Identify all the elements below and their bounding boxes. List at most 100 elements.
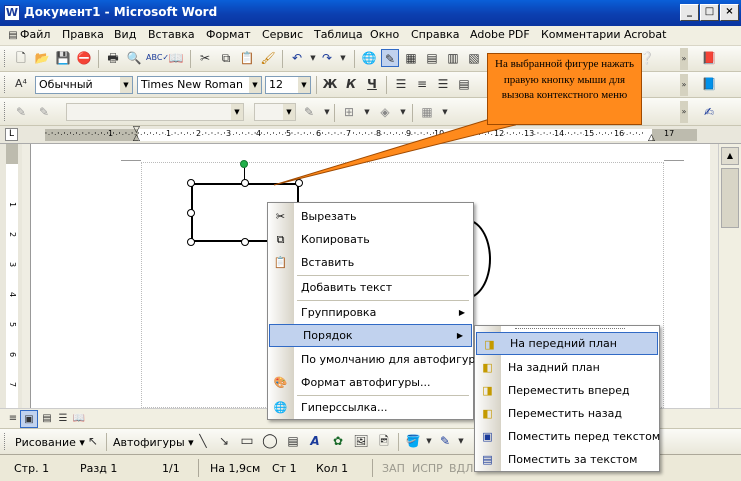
tab-selector-icon[interactable]: L (5, 128, 18, 141)
align-right-icon[interactable]: ☰ (434, 75, 452, 93)
minimize-button[interactable]: _ (680, 4, 699, 21)
scroll-thumb[interactable] (721, 168, 739, 228)
menu-item-copy[interactable]: ⧉ Копировать (268, 228, 473, 251)
menu-item-set-default[interactable]: По умолчанию для автофигур (268, 348, 475, 371)
menu-item-paste[interactable]: 📋 Вставить (268, 251, 473, 274)
justify-icon[interactable]: ▤ (455, 75, 473, 93)
spelling-icon[interactable]: ABC✓ (146, 49, 169, 67)
cut-icon[interactable]: ✂ (196, 49, 214, 67)
draw-menu-button[interactable]: Рисование ▾ (15, 436, 85, 449)
format-painter-icon[interactable]: 🖌 (259, 49, 277, 67)
menu-item-order[interactable]: Порядок ▶ (269, 324, 472, 347)
menu-tools[interactable]: Сервис (262, 28, 303, 41)
menu-table[interactable]: Таблица (314, 28, 363, 41)
maximize-button[interactable]: □ (700, 4, 719, 21)
menu-item-format-shape[interactable]: 🎨 Формат автофигуры... (268, 371, 473, 394)
permission-icon[interactable]: ⛔ (75, 49, 93, 67)
menu-acrobat-comments[interactable]: Комментарии Acrobat (541, 28, 666, 41)
resize-handle[interactable] (187, 209, 195, 217)
copy-icon[interactable]: ⧉ (217, 49, 235, 67)
right-indent-marker[interactable]: △ (648, 134, 655, 143)
toolbar-options-chevron[interactable]: » (680, 101, 688, 123)
submenu-drag-handle[interactable] (515, 328, 625, 330)
resize-handle[interactable] (241, 179, 249, 187)
font-combobox[interactable]: Times New Roman ▼ (137, 76, 262, 94)
acrobat-icon[interactable]: 📕 (700, 49, 718, 67)
resize-handle[interactable] (187, 179, 195, 187)
menu-item-bring-to-front[interactable]: ◨ На передний план (476, 332, 658, 355)
wrap-text-icon[interactable]: ✎ (35, 103, 53, 121)
picture-icon[interactable]: 🖻 (375, 432, 393, 450)
wordart-icon[interactable]: A (306, 432, 324, 450)
select-objects-icon[interactable]: ↖ (84, 432, 102, 450)
autoshapes-menu-button[interactable]: Автофигуры ▾ (113, 436, 194, 449)
chevron-down-icon[interactable]: ▼ (231, 104, 243, 120)
open-folder-icon[interactable]: 📂 (33, 49, 51, 67)
status-track-changes[interactable]: ИСПР (412, 462, 443, 475)
status-extend[interactable]: ВДЛ (449, 462, 473, 475)
rotation-handle[interactable] (240, 160, 248, 168)
context-menu[interactable]: ✂ Вырезать ⧉ Копировать 📋 Вставить Добав… (267, 202, 475, 420)
title-bar[interactable]: W Документ1 - Microsoft Word _ □ × (0, 0, 741, 26)
resize-handle[interactable] (241, 238, 249, 246)
print-icon[interactable]: 🖶 (104, 49, 122, 67)
excel-sheet-icon[interactable]: ▤ (423, 49, 441, 67)
bold-button[interactable]: Ж (321, 75, 339, 93)
chevron-down-icon[interactable]: ▼ (249, 77, 261, 93)
acrobat-sign-icon[interactable]: ✍ (700, 103, 718, 121)
menu-file[interactable]: Файл (20, 28, 50, 41)
chevron-down-icon[interactable]: ▼ (120, 77, 132, 93)
menu-format[interactable]: Формат (206, 28, 251, 41)
menu-item-bring-in-front-of-text[interactable]: ▣ Поместить перед текстом (475, 425, 660, 448)
new-document-icon[interactable]: 🗋 (12, 49, 30, 67)
line-icon[interactable]: ╲ (194, 432, 212, 450)
resize-handle[interactable] (187, 238, 195, 246)
hyperlink-icon[interactable]: 🌐 (360, 49, 378, 67)
drawing-toggle-icon[interactable]: ✎ (381, 49, 399, 67)
acrobat-convert-icon[interactable]: 📘 (700, 75, 718, 93)
underline-button[interactable]: Ч (363, 75, 381, 93)
reading-layout-icon[interactable]: 📖 (70, 410, 88, 428)
toolbar-grip[interactable] (4, 102, 7, 121)
italic-button[interactable]: К (342, 75, 360, 93)
styles-pane-icon[interactable]: A⁴ (12, 75, 30, 93)
print-preview-icon[interactable]: 🔍 (125, 49, 143, 67)
menu-help[interactable]: Справка (411, 28, 459, 41)
scroll-up-icon[interactable]: ▲ (721, 147, 739, 165)
redo-dropdown-icon[interactable]: ▼ (334, 49, 352, 67)
align-left-icon[interactable]: ☰ (392, 75, 410, 93)
menu-item-cut[interactable]: ✂ Вырезать (268, 205, 473, 228)
rectangle-icon[interactable]: ▭ (238, 432, 256, 450)
edit-wrap-icon[interactable]: ✎ (12, 103, 30, 121)
status-record[interactable]: ЗАП (382, 462, 405, 475)
menu-view[interactable]: Вид (114, 28, 136, 41)
order-submenu[interactable]: ◨ На передний план ◧ На задний план ◨ Пе… (474, 325, 660, 472)
menu-item-send-backward[interactable]: ◧ Переместить назад (475, 402, 659, 425)
research-icon[interactable]: 📖 (167, 49, 185, 67)
toolbar-grip[interactable] (4, 76, 7, 93)
close-button[interactable]: × (720, 4, 739, 21)
menu-edit[interactable]: Правка (62, 28, 104, 41)
menu-item-grouping[interactable]: Группировка ▶ (268, 301, 473, 324)
chevron-down-icon[interactable]: ▼ (452, 432, 470, 450)
oval-icon[interactable]: ◯ (261, 432, 279, 450)
chevron-down-icon[interactable]: ▼ (298, 77, 310, 93)
document-map-icon[interactable]: ▧ (465, 49, 483, 67)
menu-insert[interactable]: Вставка (148, 28, 195, 41)
word-app-icon[interactable]: W (4, 5, 20, 21)
menu-item-add-text[interactable]: Добавить текст (268, 276, 473, 299)
menu-item-send-behind-text[interactable]: ▤ Поместить за текстом (475, 448, 659, 471)
font-size-combobox[interactable]: 12 ▼ (265, 76, 311, 94)
table-icon[interactable]: ▦ (402, 49, 420, 67)
menu-item-send-to-back[interactable]: ◧ На задний план (475, 356, 659, 379)
style-combobox[interactable]: Обычный ▼ (35, 76, 133, 94)
clipart-icon[interactable]: 🖼 (352, 432, 370, 450)
left-indent-marker[interactable]: △ (133, 134, 140, 143)
toolbar-grip[interactable] (4, 433, 7, 450)
toolbar-grip[interactable] (4, 50, 7, 67)
menu-window[interactable]: Окно (370, 28, 399, 41)
toolbar-options-chevron[interactable]: » (680, 48, 688, 70)
text-box-icon[interactable]: ▤ (284, 432, 302, 450)
vertical-ruler[interactable]: 1 2 3 4 5 6 7 (0, 144, 22, 408)
menu-item-bring-forward[interactable]: ◨ Переместить вперед (475, 379, 659, 402)
